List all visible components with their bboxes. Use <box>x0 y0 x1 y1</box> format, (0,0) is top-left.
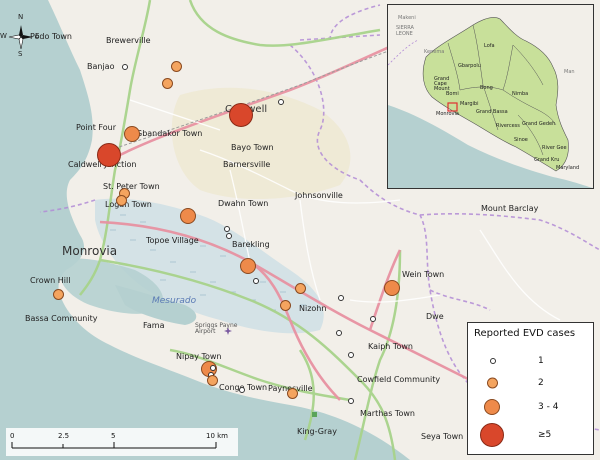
label-barekling: Barekling <box>232 240 270 249</box>
label-johnsonville: Johnsonville <box>295 191 343 200</box>
label-nizohn: Nizohn <box>299 304 327 313</box>
inset-label-bong: Bong <box>480 85 493 91</box>
label-brewerville: Brewerville <box>106 36 151 45</box>
inset-label-river-gee: River Gee <box>542 145 567 151</box>
scale-tick-2-5: 2.5 <box>58 432 70 440</box>
label-airport: Spriggs Payne Airport <box>195 322 238 335</box>
legend-item: 1 <box>468 351 595 371</box>
inset-label-makeni: Makeni <box>398 15 416 21</box>
case-marker[interactable] <box>384 280 400 296</box>
legend-title: Reported EVD cases <box>474 328 576 339</box>
label-gbandakor-town: Gbandakor Town <box>136 129 203 138</box>
label-logan-town: Logan Town <box>105 200 152 209</box>
case-marker[interactable] <box>53 289 64 300</box>
legend-symbol-3 <box>484 399 500 415</box>
label-fama: Fama <box>143 321 165 330</box>
compass-n: N <box>18 13 24 21</box>
inset-label-grand-kru: Grand Kru <box>534 157 560 163</box>
compass-w: W <box>0 32 7 40</box>
case-marker[interactable] <box>162 78 173 89</box>
label-topoe-village: Topoe Village <box>146 236 199 245</box>
inset-label-bomi: Bomi <box>446 91 459 97</box>
inset-label-sierra-leone: SIERRA LEONE <box>396 25 414 37</box>
case-marker[interactable] <box>124 126 140 142</box>
label-crown-hill: Crown Hill <box>30 276 71 285</box>
case-marker[interactable] <box>116 195 127 206</box>
label-monrovia: Monrovia <box>62 244 118 258</box>
case-marker[interactable] <box>97 143 121 167</box>
label-banjao: Banjao <box>87 62 115 71</box>
label-bassa-community: Bassa Community <box>25 314 98 323</box>
case-marker[interactable] <box>180 208 196 224</box>
inset-label-rivercess: Rivercess <box>496 123 520 129</box>
case-marker[interactable] <box>240 258 256 274</box>
label-marthas-town: Marthas Town <box>360 409 415 418</box>
legend-label: 1 <box>538 356 544 366</box>
label-st-peter-town: St. Peter Town <box>103 182 160 191</box>
case-marker[interactable] <box>122 64 128 70</box>
map-canvas[interactable]: N S E W Podo Town Brewerville Banjao Cal… <box>0 0 600 460</box>
label-kaiph-town: Kaiph Town <box>368 342 413 351</box>
inset-label-grand-cape-mount: Grand Cape Mount <box>434 76 450 92</box>
legend-symbol-5 <box>480 423 504 447</box>
compass-s: S <box>18 50 23 58</box>
case-marker[interactable] <box>338 295 344 301</box>
label-king-gray: King-Gray <box>297 427 337 436</box>
case-marker[interactable] <box>280 300 291 311</box>
case-marker[interactable] <box>207 375 218 386</box>
case-marker[interactable] <box>348 398 354 404</box>
inset-label-kenema: Kenema <box>424 49 445 55</box>
inset-label-grand-gedeh: Grand Gedeh <box>522 121 556 127</box>
case-marker[interactable] <box>336 330 342 336</box>
legend-label: 2 <box>538 378 544 388</box>
inset-map: Makeni SIERRA LEONE Kenema Lofa Gbarpolu… <box>387 4 594 189</box>
legend-item: 2 <box>468 373 595 393</box>
case-marker[interactable] <box>229 103 253 127</box>
inset-label-maryland: Maryland <box>556 165 580 171</box>
legend-label: 3 - 4 <box>538 402 559 412</box>
case-marker[interactable] <box>278 99 284 105</box>
inset-label-lofa: Lofa <box>484 43 495 49</box>
case-marker[interactable] <box>210 365 216 371</box>
scale-bar: 0 2.5 5 10 km <box>6 428 238 456</box>
inset-label-monrovia: Monrovia <box>436 111 459 117</box>
case-marker[interactable] <box>226 233 232 239</box>
legend-box: Reported EVD cases 1 2 3 - 4 ≥5 <box>467 322 594 455</box>
label-dwahn-town: Dwahn Town <box>218 199 269 208</box>
case-marker[interactable] <box>171 61 182 72</box>
legend-symbol-2 <box>487 377 498 389</box>
case-marker[interactable] <box>224 226 230 232</box>
inset-label-grand-bassa: Grand Bassa <box>476 109 508 115</box>
scale-tick-5: 5 <box>111 432 116 440</box>
label-cowfield-community: Cowfield Community <box>357 375 441 384</box>
case-marker[interactable] <box>295 283 306 294</box>
label-mount-barclay: Mount Barclay <box>481 204 539 213</box>
case-marker[interactable] <box>287 388 298 399</box>
legend-label: ≥5 <box>538 430 552 440</box>
inset-label-margibi: Margibi <box>460 101 479 107</box>
label-mesurado: Mesurado <box>152 296 197 306</box>
inset-label-nimba: Nimba <box>512 91 529 97</box>
label-seya-town: Seya Town <box>421 432 464 441</box>
case-marker[interactable] <box>253 278 259 284</box>
label-dwe: Dwe <box>426 312 444 321</box>
case-marker[interactable] <box>348 352 354 358</box>
label-wein-town: Wein Town <box>402 270 445 279</box>
inset-label-man: Man <box>564 69 575 75</box>
label-bayo-town: Bayo Town <box>231 143 274 152</box>
inset-label-sinoe: Sinoe <box>514 137 528 143</box>
label-barnersville: Barnersville <box>223 160 271 169</box>
scale-tick-0: 0 <box>10 432 15 440</box>
label-nipay-town: Nipay Town <box>176 352 222 361</box>
legend-item: ≥5 <box>468 423 595 447</box>
label-podo-town: Podo Town <box>30 32 72 41</box>
case-marker[interactable] <box>239 387 245 393</box>
case-marker[interactable] <box>370 316 376 322</box>
scale-tick-10km: 10 km <box>206 432 229 440</box>
legend-item: 3 - 4 <box>468 397 595 417</box>
inset-label-gbarpolu: Gbarpolu <box>458 63 481 69</box>
legend-symbol-1 <box>490 358 496 364</box>
label-point-four: Point Four <box>76 123 116 132</box>
